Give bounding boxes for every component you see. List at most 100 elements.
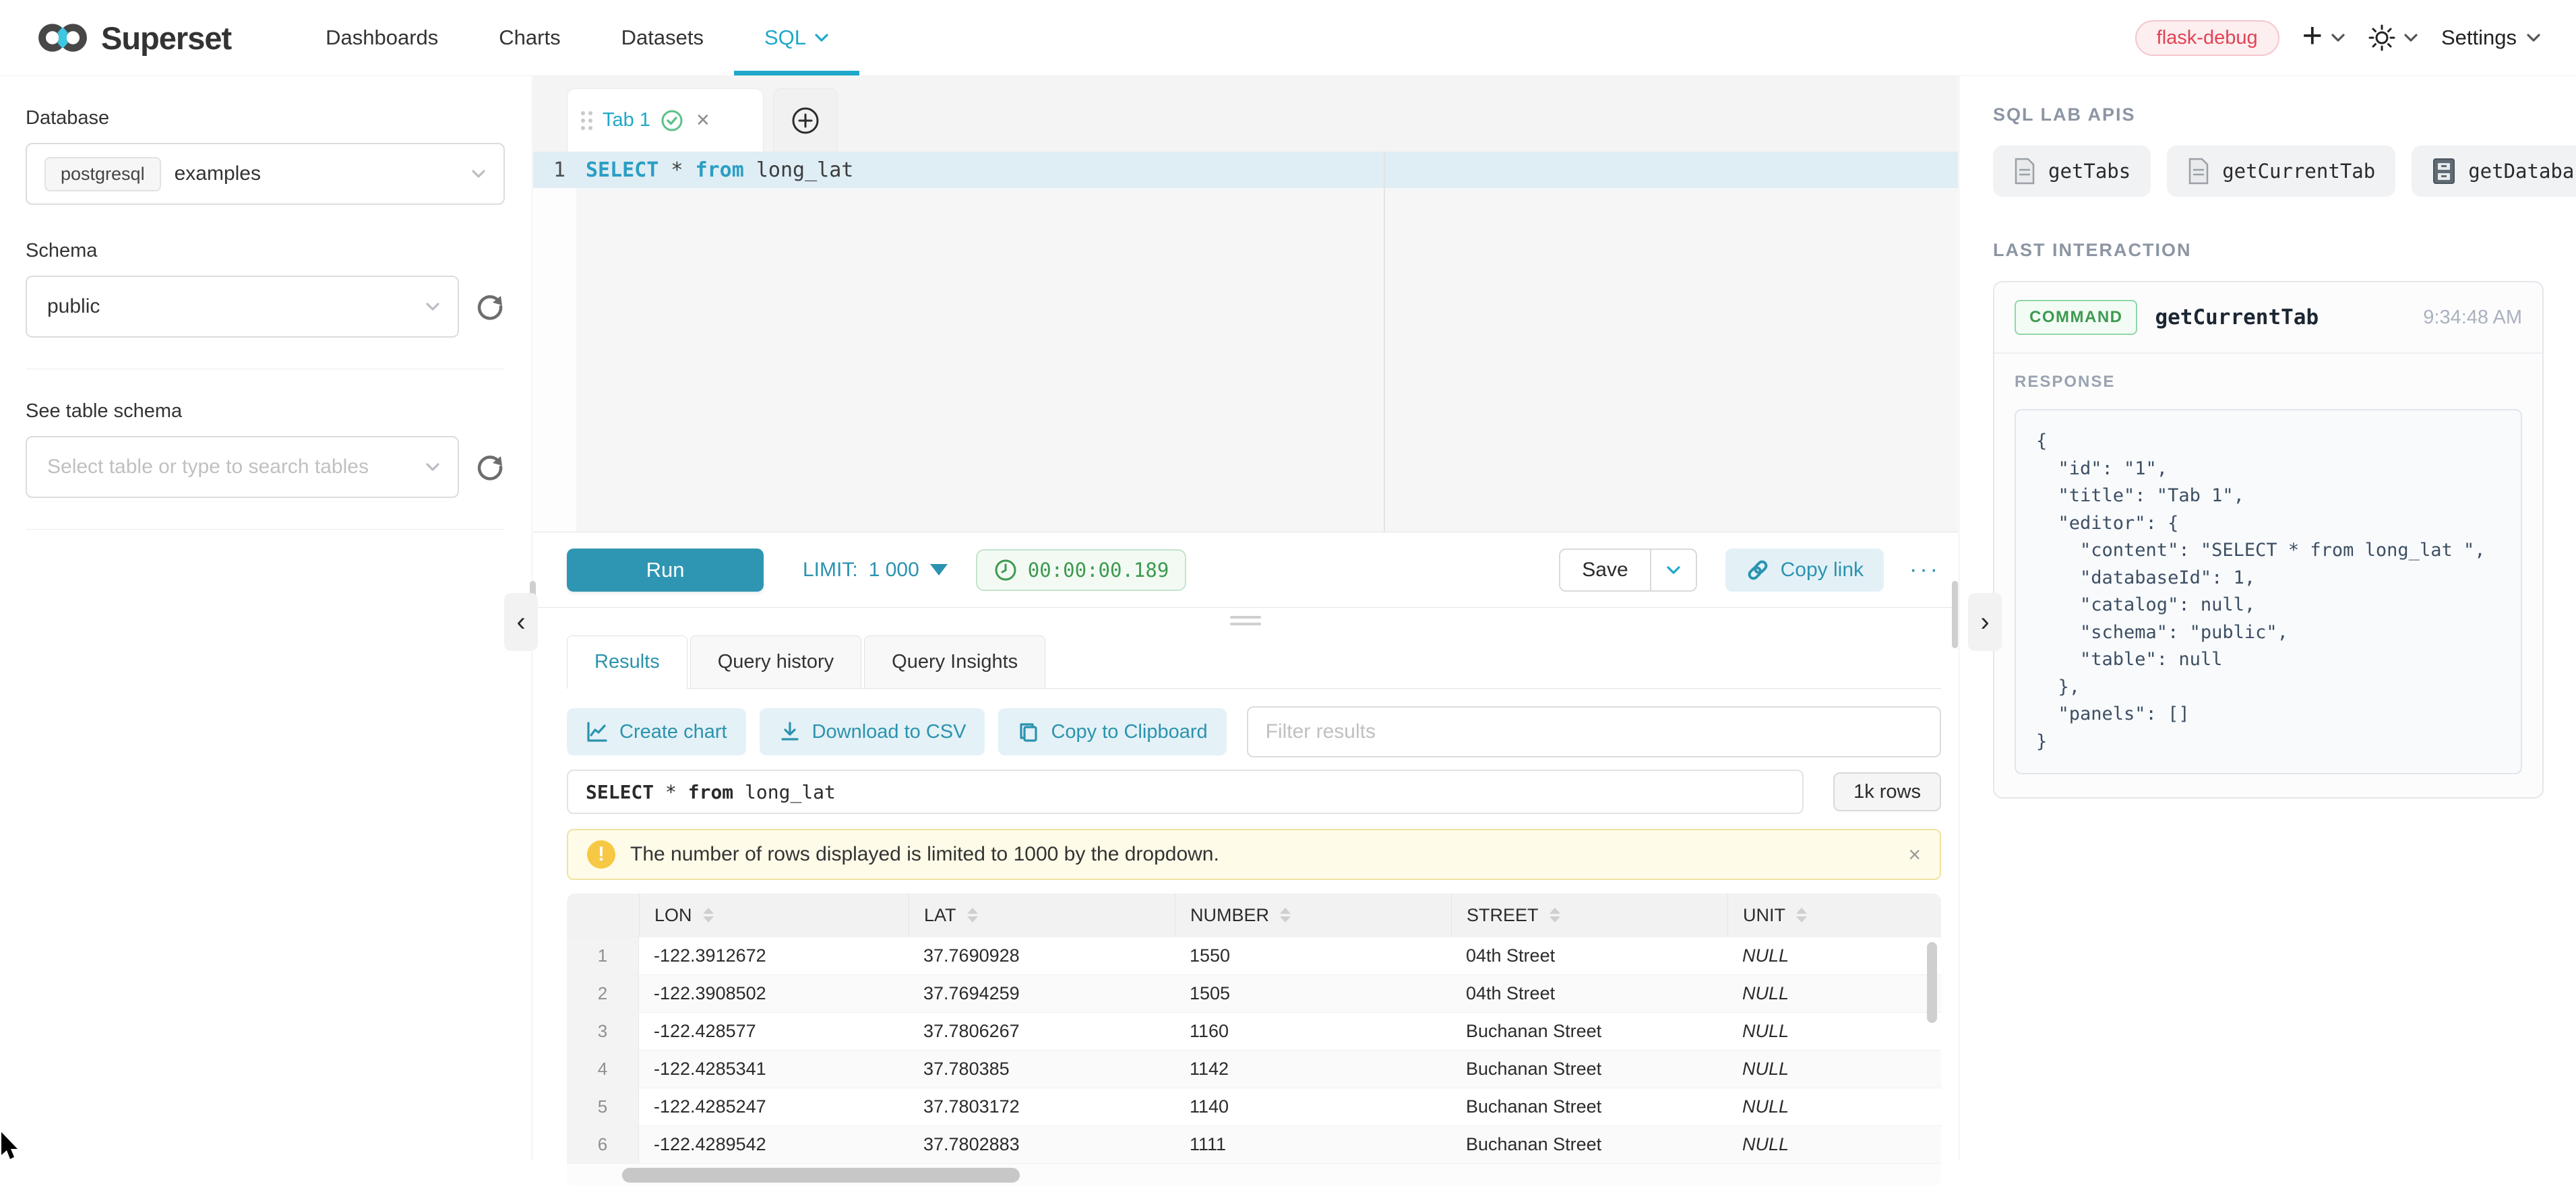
add-tab-button[interactable] [773,88,838,152]
results-section: Results Query history Query Insights Cre… [533,629,1958,1186]
editor-gutter [533,188,576,532]
chevron-down-icon [2331,33,2345,42]
sql-keyword: from [696,158,744,182]
tab-query-insights[interactable]: Query Insights [864,635,1045,688]
editor-tabstrip: Tab 1 × [533,76,1958,152]
refresh-tables-icon[interactable] [475,452,505,482]
copy-link-button[interactable]: Copy link [1725,549,1884,592]
limit-dropdown[interactable]: LIMIT: 1 000 [803,559,948,582]
chart-icon [586,720,609,743]
table-row: 6 -122.4289542 37.7802883 1111 Buchanan … [567,1125,1941,1163]
editor-tab-title: Tab 1 [603,109,650,131]
copy-clipboard-button[interactable]: Copy to Clipboard [998,708,1226,755]
table-row: 2 -122.3908502 37.7694259 1505 04th Stre… [567,974,1941,1012]
settings-menu[interactable]: Settings [2441,26,2541,50]
filter-results-input[interactable] [1247,706,1941,757]
copy-icon [1017,720,1040,743]
editor-toolbar: Run LIMIT: 1 000 00:00:00.189 Save [533,532,1958,608]
sidebar-divider [26,529,505,530]
caret-down-icon [930,564,948,575]
getcurrenttab-button[interactable]: getCurrentTab [2167,146,2395,197]
line-number: 1 [533,158,576,182]
schema-select[interactable]: public [26,276,459,338]
column-header-number[interactable]: NUMBER [1175,894,1451,937]
table-header-row: LON LAT NUMBER STREET UNIT [567,894,1941,937]
nav-datasets[interactable]: Datasets [591,0,734,75]
sqllab-left-sidebar: Database postgresql examples Schema publ… [0,76,532,1160]
database-select[interactable]: postgresql examples [26,143,505,205]
last-interaction-title: LAST INTERACTION [1993,240,2544,261]
database-label: Database [26,107,505,129]
top-navbar: Superset Dashboards Charts Datasets SQL … [0,0,2576,76]
row-number-header [567,894,639,937]
editor-code-line: 1 SELECT * from long_lat [533,152,1958,188]
brand-name: Superset [101,20,231,57]
table-select[interactable]: Select table or type to search tables [26,436,459,498]
schema-label: Schema [26,240,505,262]
collapse-left-panel-button[interactable]: ‹ [504,593,538,651]
drag-handle-icon[interactable] [581,111,592,130]
sqllab-main: Tab 1 × 1 SELECT * from long_lat Run LIM… [533,76,1958,1160]
new-item-button[interactable]: + [2302,22,2345,53]
sun-icon [2368,24,2395,51]
save-button[interactable]: Save [1560,550,1649,590]
nav-dashboards[interactable]: Dashboards [295,0,468,75]
sql-editor[interactable]: 1 SELECT * from long_lat [533,152,1958,532]
sort-icon [1550,908,1560,923]
create-chart-button[interactable]: Create chart [567,708,746,755]
refresh-schemas-icon[interactable] [475,292,505,321]
gettabs-button[interactable]: getTabs [1993,146,2151,197]
chevron-down-icon [2526,33,2541,42]
superset-logo[interactable]: Superset [35,0,231,75]
plus-icon: + [2302,18,2323,53]
warning-icon: ! [587,840,615,869]
sqllab-api-panel: SQL LAB APIS getTabs getCurrentTab getDa… [1959,76,2576,1160]
command-badge: COMMAND [2015,300,2137,335]
database-value: examples [175,162,261,185]
main-nav: Dashboards Charts Datasets SQL [295,0,859,75]
vscroll-thumb[interactable] [1927,942,1937,1023]
mouse-cursor [0,1132,20,1160]
warning-text: The number of rows displayed is limited … [630,843,1219,866]
download-icon [778,720,801,743]
theme-toggle-button[interactable] [2368,24,2418,51]
hscroll-thumb[interactable] [622,1168,1020,1183]
sort-icon [1796,908,1807,923]
query-elapsed-timer: 00:00:00.189 [976,549,1187,591]
horizontal-scrollbar[interactable] [567,1163,1941,1186]
tab-query-history[interactable]: Query history [690,635,861,688]
sort-icon [703,908,714,923]
getdatabases-button[interactable]: getDatabases [2412,146,2576,197]
table-select-placeholder: Select table or type to search tables [47,456,369,478]
header-right: flask-debug + Settings [2135,0,2541,75]
close-tab-icon[interactable]: × [696,107,710,133]
command-name: getCurrentTab [2155,305,2319,330]
nav-charts[interactable]: Charts [468,0,590,75]
column-header-lon[interactable]: LON [639,894,909,937]
table-body: 1 -122.3912672 37.7690928 1550 04th Stre… [567,937,1941,1163]
column-header-unit[interactable]: UNIT [1727,894,1941,937]
interaction-header: COMMAND getCurrentTab 9:34:48 AM [1994,282,2542,354]
column-header-lat[interactable]: LAT [909,894,1175,937]
dismiss-warning-icon[interactable]: × [1908,842,1921,867]
table-row: 4 -122.4285341 37.780385 1142 Buchanan S… [567,1050,1941,1088]
right-scrollbar-thumb[interactable] [1952,581,1958,648]
table-row: 3 -122.428577 37.7806267 1160 Buchanan S… [567,1012,1941,1050]
plus-circle-icon [791,106,820,135]
run-query-button[interactable]: Run [567,549,764,592]
more-actions-button[interactable]: ··· [1909,557,1940,583]
nav-sql[interactable]: SQL [734,0,859,75]
editor-tab[interactable]: Tab 1 × [567,88,764,152]
download-csv-button[interactable]: Download to CSV [760,708,985,755]
editor-print-margin [1384,152,1385,532]
table-row: 1 -122.3912672 37.7690928 1550 04th Stre… [567,937,1941,974]
save-options-caret[interactable] [1651,550,1696,590]
table-schema-label: See table schema [26,400,505,423]
chevron-down-icon [425,462,440,472]
tab-results[interactable]: Results [567,635,687,688]
column-header-street[interactable]: STREET [1451,894,1727,937]
sql-keyword: SELECT [586,158,658,182]
collapse-right-panel-button[interactable]: › [1968,593,2002,651]
sort-icon [1280,908,1291,923]
resize-handle[interactable] [1230,616,1261,625]
